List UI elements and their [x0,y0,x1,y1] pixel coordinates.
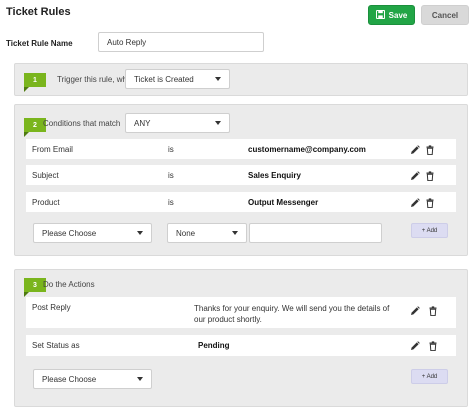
save-button[interactable]: Save [368,5,415,25]
chevron-down-icon [215,77,221,81]
chevron-down-icon [215,121,221,125]
chevron-down-icon [137,231,143,235]
trigger-select-value: Ticket is Created [134,74,194,84]
add-condition-button[interactable]: + Add [411,223,448,238]
step-badge-1: 1 [24,73,46,92]
trash-icon[interactable] [428,341,438,352]
rule-name-label: Ticket Rule Name [6,39,73,48]
chevron-down-icon [232,231,238,235]
condition-operator: is [168,171,174,180]
match-select-value: ANY [134,118,151,128]
condition-field: From Email [32,145,73,154]
rule-name-input[interactable]: Auto Reply [98,32,264,52]
new-condition-field-select[interactable]: Please Choose [33,223,152,243]
condition-field: Product [32,198,60,207]
condition-operator: is [168,198,174,207]
trash-icon[interactable] [428,306,438,317]
action-value: Pending [198,341,230,350]
new-action-value: Please Choose [42,374,97,384]
page-title: Ticket Rules [6,6,71,18]
new-condition-field-value: Please Choose [42,228,97,238]
condition-value: Output Messenger [248,198,319,207]
action-name: Set Status as [32,341,80,350]
cancel-button[interactable]: Cancel [421,5,469,25]
trash-icon[interactable] [425,145,435,156]
new-condition-operator-value: None [176,228,196,238]
condition-value: Sales Enquiry [248,171,301,180]
add-action-button[interactable]: + Add [411,369,448,384]
trash-icon[interactable] [425,198,435,209]
condition-row: From Email is customername@company.com [26,139,456,159]
action-row: Post Reply Thanks for your enquiry. We w… [26,297,456,328]
condition-row: Subject is Sales Enquiry [26,165,456,185]
pencil-icon[interactable] [410,171,420,181]
pencil-icon[interactable] [410,198,420,208]
new-action-select[interactable]: Please Choose [33,369,152,389]
pencil-icon[interactable] [410,145,420,155]
condition-field: Subject [32,171,59,180]
save-button-label: Save [388,10,408,20]
conditions-label: Conditions that match [43,119,121,128]
condition-row: Product is Output Messenger [26,192,456,212]
actions-label: Do the Actions [43,280,95,289]
new-condition-value-input[interactable] [249,223,382,243]
save-disk-icon [375,9,385,21]
new-condition-operator-select[interactable]: None [167,223,247,243]
trigger-panel: 1 Trigger this rule, when Ticket is Crea… [14,63,468,96]
action-value: Thanks for your enquiry. We will send yo… [194,304,390,324]
pencil-icon[interactable] [410,306,420,316]
trigger-select[interactable]: Ticket is Created [125,69,230,89]
match-select[interactable]: ANY [125,113,230,133]
action-row: Set Status as Pending [26,335,456,356]
chevron-down-icon [137,377,143,381]
condition-value: customername@company.com [248,145,366,154]
condition-operator: is [168,145,174,154]
pencil-icon[interactable] [410,341,420,351]
trash-icon[interactable] [425,171,435,182]
action-name: Post Reply [32,303,71,312]
